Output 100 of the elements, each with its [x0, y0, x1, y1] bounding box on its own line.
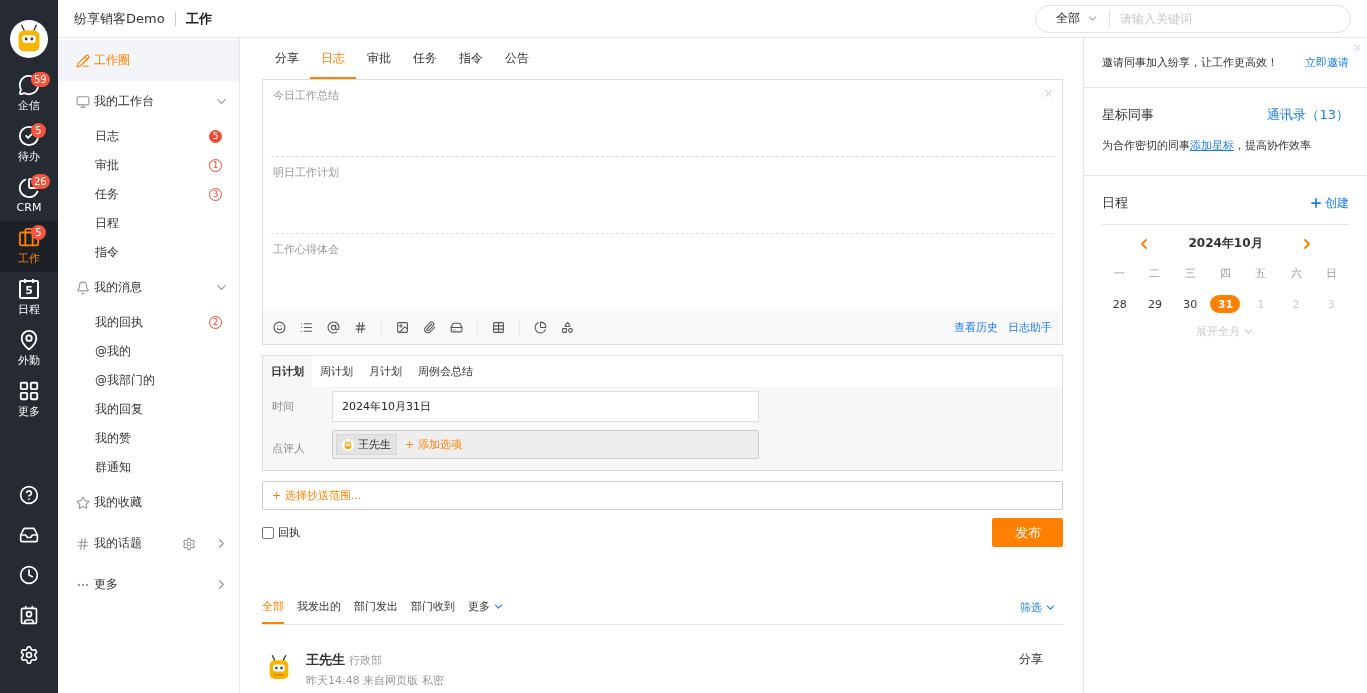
nav-item[interactable]: CRM 26	[0, 170, 58, 221]
nav-item[interactable]: 外勤	[0, 323, 58, 374]
toolbar-link[interactable]: 日志助手	[1008, 320, 1052, 335]
inbox-icon[interactable]	[19, 525, 39, 545]
smile-icon[interactable]	[273, 321, 286, 334]
reviewer-chip[interactable]: 王先生	[336, 434, 397, 455]
nav-item[interactable]: 5 日程	[0, 272, 58, 323]
weekday: 五	[1255, 266, 1267, 281]
section-title: 星标同事	[1102, 106, 1154, 124]
weekday: 一	[1114, 266, 1126, 281]
sidebar-subitem[interactable]: 日志 5	[58, 122, 239, 151]
list-icon[interactable]	[300, 321, 313, 334]
feed-tab[interactable]: 我发出的	[297, 591, 341, 624]
count-badge: 5	[31, 225, 46, 240]
date-field[interactable]: 2024年10月31日	[332, 391, 759, 422]
sidebar-item[interactable]: 我的收藏	[58, 482, 239, 523]
hash-icon[interactable]	[354, 321, 367, 334]
briefcase-icon	[18, 227, 40, 249]
count-badge: 26	[31, 174, 50, 189]
sidebar-item[interactable]: 我的消息	[58, 267, 239, 308]
help-icon[interactable]	[19, 485, 39, 505]
sidebar-subitem[interactable]: 我的回复	[58, 395, 239, 424]
count-badge: 5	[209, 130, 222, 143]
bell-icon	[76, 280, 90, 295]
clock-icon[interactable]	[19, 565, 39, 585]
app-logo[interactable]	[10, 20, 48, 58]
filter-button[interactable]: 筛选	[1014, 599, 1063, 616]
sidebar-subitem[interactable]: 任务 3	[58, 180, 239, 209]
module-title: 工作	[185, 9, 212, 28]
grid-icon	[18, 380, 40, 402]
department: 行政部	[349, 654, 382, 667]
sidebar-subitem[interactable]: 日程	[58, 209, 239, 238]
count-badge: 59	[31, 72, 50, 87]
tab[interactable]: 分享	[264, 38, 310, 79]
nav-item[interactable]: 工作 5	[0, 221, 58, 272]
tab[interactable]: 任务	[402, 38, 448, 79]
sidebar-subitem[interactable]: 我的赞	[58, 424, 239, 453]
field-label: 点评人	[272, 440, 306, 456]
calendar-day[interactable]: 30	[1175, 295, 1206, 313]
weekday: 二	[1149, 266, 1161, 281]
post-meta: 昨天14:48 来自网页版 私密	[306, 673, 445, 688]
add-star-link[interactable]: 添加星标	[1190, 139, 1234, 152]
nav-item[interactable]: 待办 5	[0, 119, 58, 170]
company-name: 纷享销客Demo	[74, 9, 165, 28]
contacts-link[interactable]: 通讯录	[1267, 106, 1307, 124]
tab[interactable]: 指令	[448, 38, 494, 79]
calendar-day[interactable]: 29	[1139, 295, 1170, 313]
table-icon[interactable]	[492, 321, 505, 334]
image-icon[interactable]	[396, 321, 409, 334]
weekday: 日	[1325, 266, 1337, 281]
monitor-icon	[76, 94, 90, 109]
starred-hint: 为合作密切的同事添加星标，提高协作效率	[1102, 138, 1312, 153]
check-circle-icon	[18, 125, 40, 147]
shapes-icon[interactable]	[561, 321, 574, 334]
sidebar-subitem[interactable]: 我的回执 2	[58, 308, 239, 337]
feed-tab[interactable]: 部门收到	[411, 591, 455, 624]
tab[interactable]: 审批	[356, 38, 402, 79]
reviewer-field[interactable]: 王先生 + 添加选项	[332, 430, 759, 459]
pie-chart-icon[interactable]	[534, 321, 547, 334]
sidebar-item[interactable]: 我的话题	[58, 523, 239, 564]
feed-tab[interactable]: 部门发出	[354, 591, 398, 624]
drive-icon[interactable]	[450, 321, 463, 334]
field-label: 时间	[272, 399, 295, 414]
sidebar-subitem[interactable]: 指令	[58, 238, 239, 267]
log-editor[interactable]: 今日工作总结 明日工作计划 工作心得体会 查看历史 日志助手	[262, 79, 1063, 345]
invite-link[interactable]: 立即邀请	[1305, 55, 1349, 70]
checkbox[interactable]	[262, 526, 274, 539]
receipt-checkbox[interactable]: 回执	[262, 525, 300, 540]
author-name[interactable]: 王先生	[306, 652, 345, 667]
tab[interactable]: 公告	[494, 38, 540, 79]
sidebar-subitem[interactable]: @我部门的	[58, 366, 239, 395]
at-icon[interactable]	[327, 321, 340, 334]
post-type: 分享	[1019, 651, 1043, 668]
contacts-icon[interactable]	[19, 605, 39, 625]
invite-text: 邀请同事加入纷享，让工作更高效！	[1102, 55, 1278, 70]
avatar-icon	[342, 438, 354, 451]
create-button[interactable]: 创建	[1309, 194, 1349, 212]
toolbar-link[interactable]: 查看历史	[954, 320, 998, 335]
sidebar-subitem[interactable]: 审批 1	[58, 151, 239, 180]
sidebar-subitem[interactable]: @我的	[58, 337, 239, 366]
nav-item[interactable]: 更多	[0, 374, 58, 425]
weekday: 六	[1290, 266, 1302, 281]
sidebar-subitem[interactable]: 群通知	[58, 453, 239, 482]
calendar-icon: 5	[18, 278, 40, 300]
scope-dropdown[interactable]: 全部	[1056, 10, 1110, 27]
weekday: 四	[1220, 266, 1231, 281]
sidebar-item[interactable]: 我的工作台	[58, 81, 239, 122]
contacts-count[interactable]: （13）	[1306, 106, 1349, 124]
feed-tab[interactable]: 更多	[468, 591, 505, 624]
plan-tab[interactable]: 日计划	[263, 356, 312, 387]
calendar-day[interactable]: 28	[1104, 295, 1135, 313]
hash-icon	[76, 536, 90, 551]
pencil-icon	[76, 53, 90, 68]
paperclip-icon[interactable]	[423, 321, 436, 334]
nav-item[interactable]: 企信 59	[0, 68, 58, 119]
map-pin-icon	[18, 329, 40, 351]
month-title: 2024年10月	[1188, 235, 1263, 252]
plus-icon	[1309, 196, 1323, 210]
section-title: 日程	[1102, 194, 1128, 212]
sidebar-item[interactable]: 更多	[58, 564, 239, 605]
